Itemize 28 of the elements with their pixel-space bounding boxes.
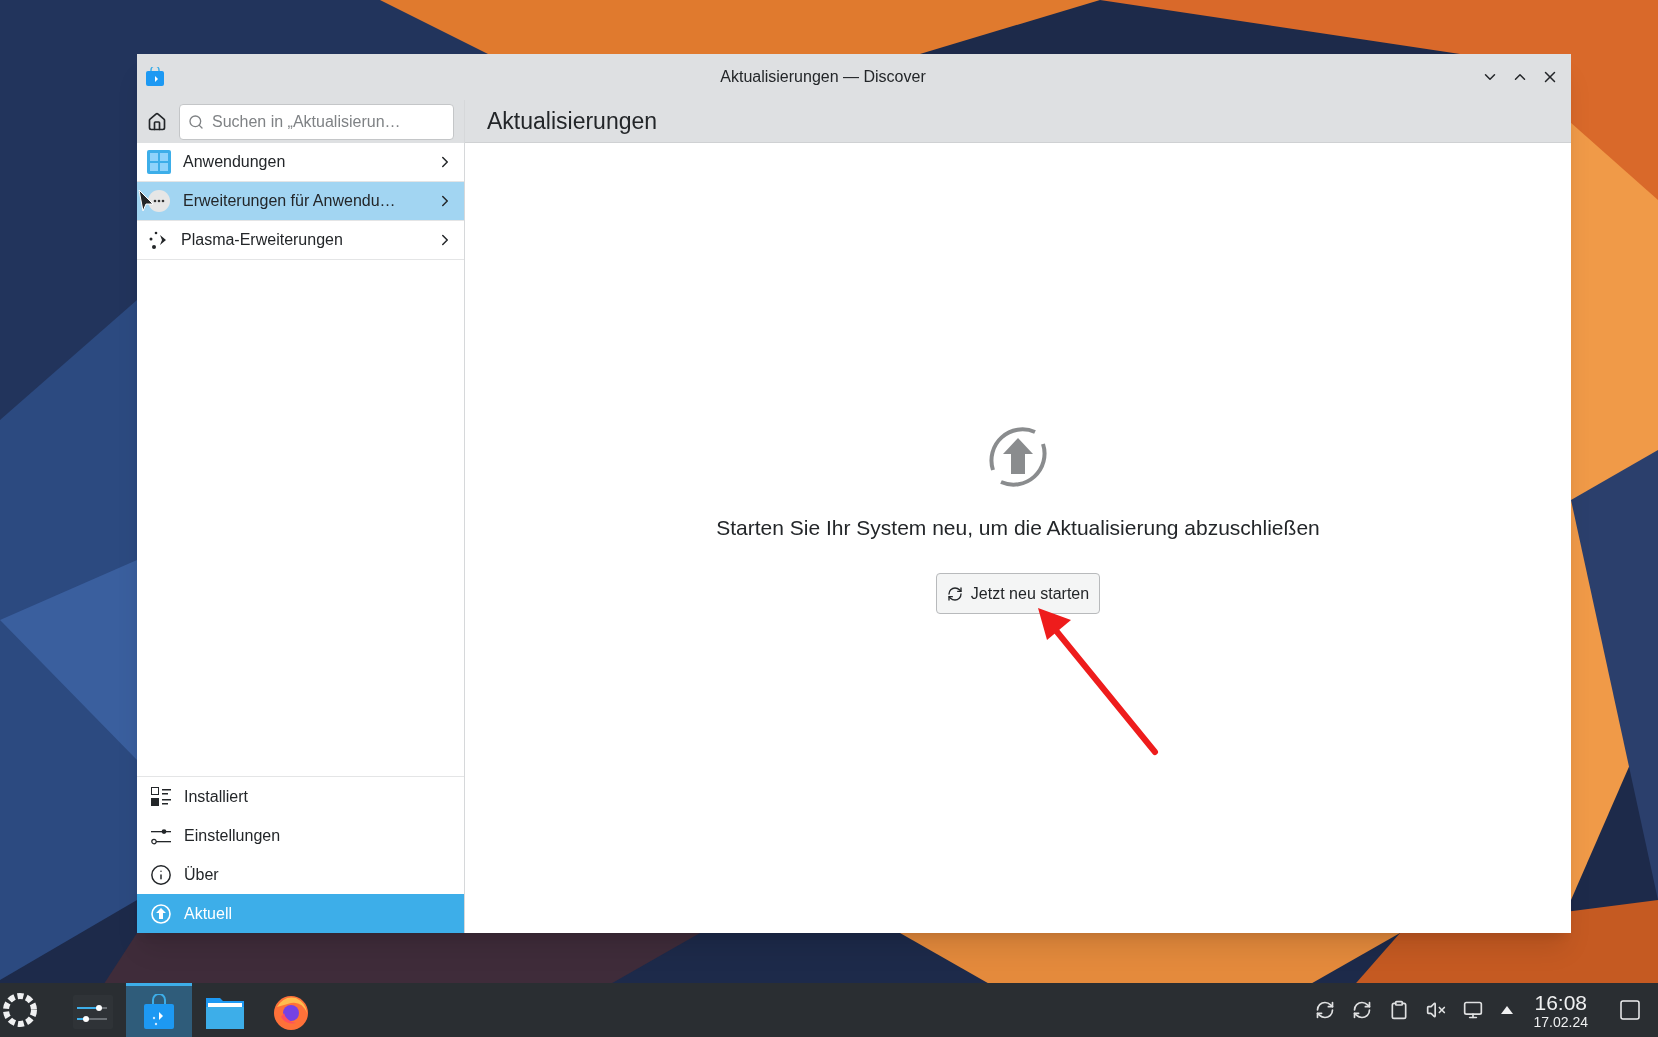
- page-title: Aktualisierungen: [487, 106, 658, 136]
- grid-icon: [147, 150, 171, 174]
- refresh-icon: [946, 585, 963, 602]
- search-field[interactable]: Suchen in „Aktualisierun…: [179, 103, 454, 140]
- shopping-bag-icon: [145, 67, 165, 87]
- category-item[interactable]: Anwendungen: [137, 143, 464, 182]
- update-icon: [150, 902, 172, 925]
- dots-icon: [147, 189, 171, 213]
- refresh-icon[interactable]: [1314, 1000, 1335, 1020]
- info-icon: [150, 863, 172, 886]
- launcher-icon[interactable]: [2, 992, 38, 1028]
- expand-tray-icon[interactable]: [1499, 1005, 1514, 1015]
- clock-time[interactable]: 16:08: [1534, 991, 1588, 1013]
- home-icon[interactable]: [147, 111, 167, 132]
- refresh-icon[interactable]: [1351, 1000, 1372, 1020]
- category-item[interactable]: Erweiterungen für Anwendu…: [137, 182, 464, 221]
- category-item[interactable]: Plasma-Erweiterungen: [137, 221, 464, 260]
- clock-date[interactable]: 17.02.24: [1533, 1014, 1588, 1029]
- mouse-cursor-icon: [138, 189, 154, 213]
- shopping-bag-icon: [142, 993, 176, 1030]
- network-icon[interactable]: [1462, 1000, 1483, 1020]
- restart-button[interactable]: Jetzt neu starten: [935, 573, 1101, 615]
- show-desktop-icon[interactable]: [1618, 998, 1642, 1022]
- window-title: Aktualisierungen — Discover: [719, 67, 927, 87]
- muted-speaker-icon[interactable]: [1425, 1000, 1446, 1020]
- list-icon: [150, 785, 172, 808]
- restart-message: Starten Sie Ihr System neu, um die Aktualisierung abzuschließen: [716, 514, 1320, 541]
- search-icon: [188, 113, 204, 130]
